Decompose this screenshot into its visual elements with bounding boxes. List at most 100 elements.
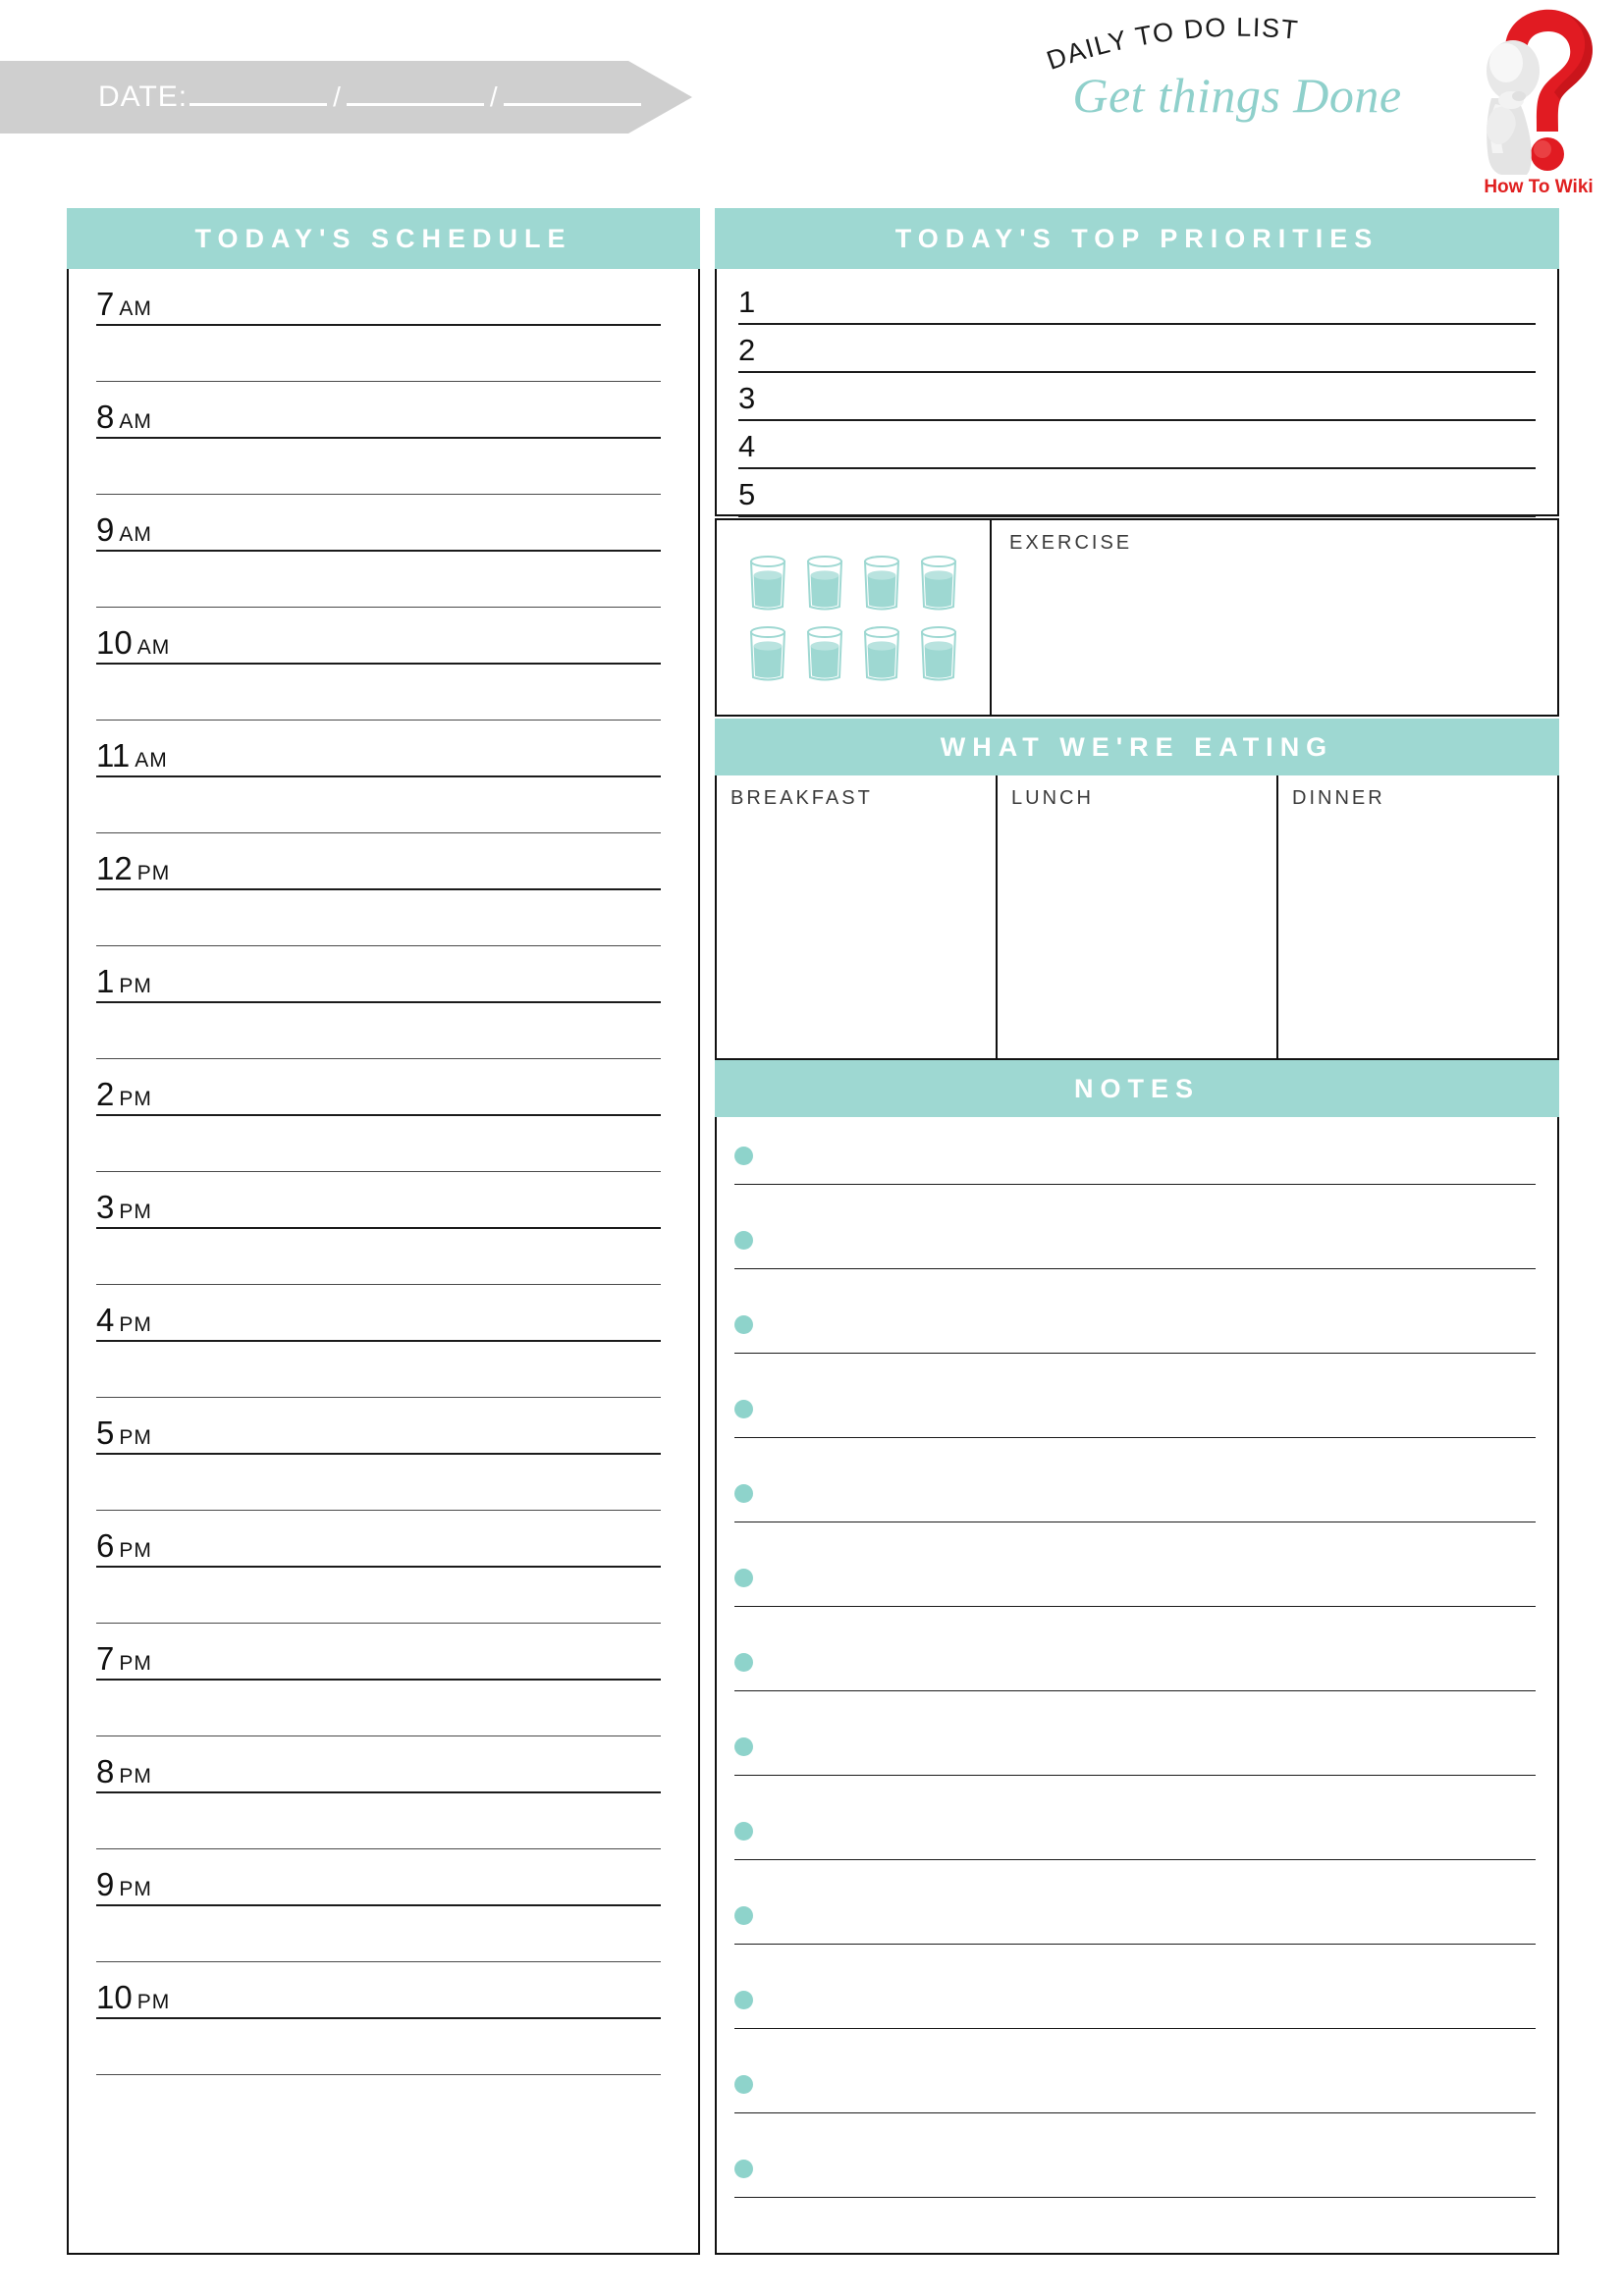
water-glass-icon[interactable]	[747, 552, 788, 613]
water-glass-icon[interactable]	[804, 622, 845, 683]
schedule-hour-row[interactable]: 10 AM	[96, 608, 661, 721]
water-glass-icon[interactable]	[861, 552, 902, 613]
schedule-hour-label: 11 AM	[96, 737, 168, 774]
schedule-hour-row[interactable]: 12 PM	[96, 833, 661, 946]
schedule-hour-row[interactable]: 9 PM	[96, 1849, 661, 1962]
schedule-hour-number: 6	[96, 1527, 115, 1564]
note-row[interactable]	[727, 1806, 1536, 1891]
date-month-field[interactable]	[189, 102, 328, 106]
eating-box: BREAKFAST LUNCH DINNER	[715, 775, 1559, 1060]
schedule-hour-rule	[96, 437, 661, 439]
priorities-header-bar: TODAY'S TOP PRIORITIES	[715, 208, 1559, 269]
schedule-hour-row[interactable]: 8 AM	[96, 382, 661, 495]
schedule-hour-row[interactable]: 1 PM	[96, 946, 661, 1059]
priorities-box: 1 2 3 4 5	[715, 269, 1559, 517]
note-rule	[734, 2197, 1536, 2198]
note-rule	[734, 2112, 1536, 2113]
date-label: DATE:	[98, 80, 189, 113]
water-tracker[interactable]	[717, 520, 992, 715]
note-row[interactable]	[727, 1384, 1536, 1468]
note-row[interactable]	[727, 2059, 1536, 2144]
note-bullet-icon	[734, 1822, 753, 1841]
schedule-hour-row[interactable]: 3 PM	[96, 1172, 661, 1285]
priority-row[interactable]: 2	[738, 325, 1536, 373]
schedule-hour-row[interactable]: 5 PM	[96, 1398, 661, 1511]
schedule-box: 7 AM 8 AM 9 AM 10 AM 11 AM 12 PM 1 PM 2 PM 3 PM 4 PM 5 PM 6 PM 7…	[67, 269, 700, 2255]
date-separator-2: /	[489, 81, 498, 112]
priority-row[interactable]: 4	[738, 421, 1536, 469]
priority-number: 3	[738, 381, 756, 415]
schedule-hour-row[interactable]: 7 PM	[96, 1624, 661, 1736]
water-glass-icon[interactable]	[861, 622, 902, 683]
schedule-hour-meridiem: PM	[119, 1878, 152, 1900]
question-mark-icon	[1487, 9, 1593, 175]
water-glass-icon[interactable]	[918, 552, 959, 613]
schedule-hour-list: 7 AM 8 AM 9 AM 10 AM 11 AM 12 PM 1 PM 2 PM 3 PM 4 PM 5 PM 6 PM 7…	[96, 269, 661, 2253]
note-row[interactable]	[727, 1637, 1536, 1722]
schedule-hour-number: 2	[96, 1076, 115, 1112]
schedule-column: TODAY'S SCHEDULE 7 AM 8 AM 9 AM 10 AM 11 AM 12 PM 1 P…	[67, 208, 700, 2255]
schedule-hour-label: 7 AM	[96, 286, 152, 323]
schedule-hour-rule	[96, 1791, 661, 1793]
schedule-hour-meridiem: PM	[119, 1426, 152, 1449]
exercise-cell[interactable]: EXERCISE	[992, 520, 1557, 715]
date-banner[interactable]: DATE: / /	[0, 61, 692, 133]
schedule-hour-row[interactable]: 9 AM	[96, 495, 661, 608]
schedule-hour-rule	[96, 1001, 661, 1003]
note-row[interactable]	[727, 1215, 1536, 1300]
note-row[interactable]	[727, 1468, 1536, 1553]
schedule-hour-label: 3 PM	[96, 1189, 152, 1226]
date-day-field[interactable]	[346, 102, 484, 106]
note-rule	[734, 1690, 1536, 1691]
schedule-hour-number: 4	[96, 1302, 115, 1338]
schedule-hour-rule	[96, 1340, 661, 1342]
schedule-hour-meridiem: AM	[119, 297, 152, 320]
note-rule	[734, 1775, 1536, 1776]
logo-caption: How To Wiki	[1484, 177, 1594, 197]
water-glass-icon[interactable]	[918, 622, 959, 683]
note-row[interactable]	[727, 1553, 1536, 1637]
schedule-hour-row[interactable]: 11 AM	[96, 721, 661, 833]
how-to-wiki-logo: How To Wiki	[1460, 2, 1617, 198]
schedule-hour-meridiem: PM	[136, 862, 171, 884]
schedule-hour-rule	[96, 775, 661, 777]
note-bullet-icon	[734, 1569, 753, 1587]
schedule-hour-number: 10	[96, 1979, 133, 2015]
schedule-hour-row[interactable]: 2 PM	[96, 1059, 661, 1172]
note-bullet-icon	[734, 1315, 753, 1334]
schedule-hour-number: 8	[96, 1753, 115, 1789]
meal-cell[interactable]: BREAKFAST	[717, 775, 998, 1058]
priority-number: 4	[738, 429, 756, 463]
schedule-hour-row[interactable]: 6 PM	[96, 1511, 661, 1624]
schedule-hour-number: 3	[96, 1189, 115, 1225]
water-glass-icon[interactable]	[747, 622, 788, 683]
note-row[interactable]	[727, 1300, 1536, 1384]
water-glass-icon[interactable]	[804, 552, 845, 613]
priority-row[interactable]: 1	[738, 277, 1536, 325]
date-year-field[interactable]	[503, 102, 641, 106]
note-row[interactable]	[727, 1131, 1536, 1215]
schedule-hour-row[interactable]: 8 PM	[96, 1736, 661, 1849]
schedule-hour-label: 8 PM	[96, 1753, 152, 1790]
schedule-hour-label: 2 PM	[96, 1076, 152, 1113]
priority-row[interactable]: 5	[738, 469, 1536, 517]
schedule-hour-row[interactable]: 7 AM	[96, 269, 661, 382]
note-row[interactable]	[727, 1975, 1536, 2059]
note-bullet-icon	[734, 1737, 753, 1756]
schedule-hour-row[interactable]: 4 PM	[96, 1285, 661, 1398]
schedule-hour-number: 12	[96, 850, 133, 886]
schedule-hour-label: 10 AM	[96, 624, 170, 662]
schedule-hour-meridiem: PM	[136, 1991, 171, 2013]
meal-cell[interactable]: DINNER	[1278, 775, 1557, 1058]
schedule-hour-number: 7	[96, 286, 115, 322]
note-row[interactable]	[727, 1891, 1536, 1975]
priority-number: 2	[738, 333, 756, 367]
schedule-hour-row[interactable]: 10 PM	[96, 1962, 661, 2075]
schedule-hour-rule	[96, 1453, 661, 1455]
priority-row[interactable]: 3	[738, 373, 1536, 421]
note-rule	[734, 1184, 1536, 1185]
schedule-hour-number: 10	[96, 624, 133, 661]
note-row[interactable]	[727, 2144, 1536, 2228]
note-row[interactable]	[727, 1722, 1536, 1806]
meal-cell[interactable]: LUNCH	[998, 775, 1278, 1058]
